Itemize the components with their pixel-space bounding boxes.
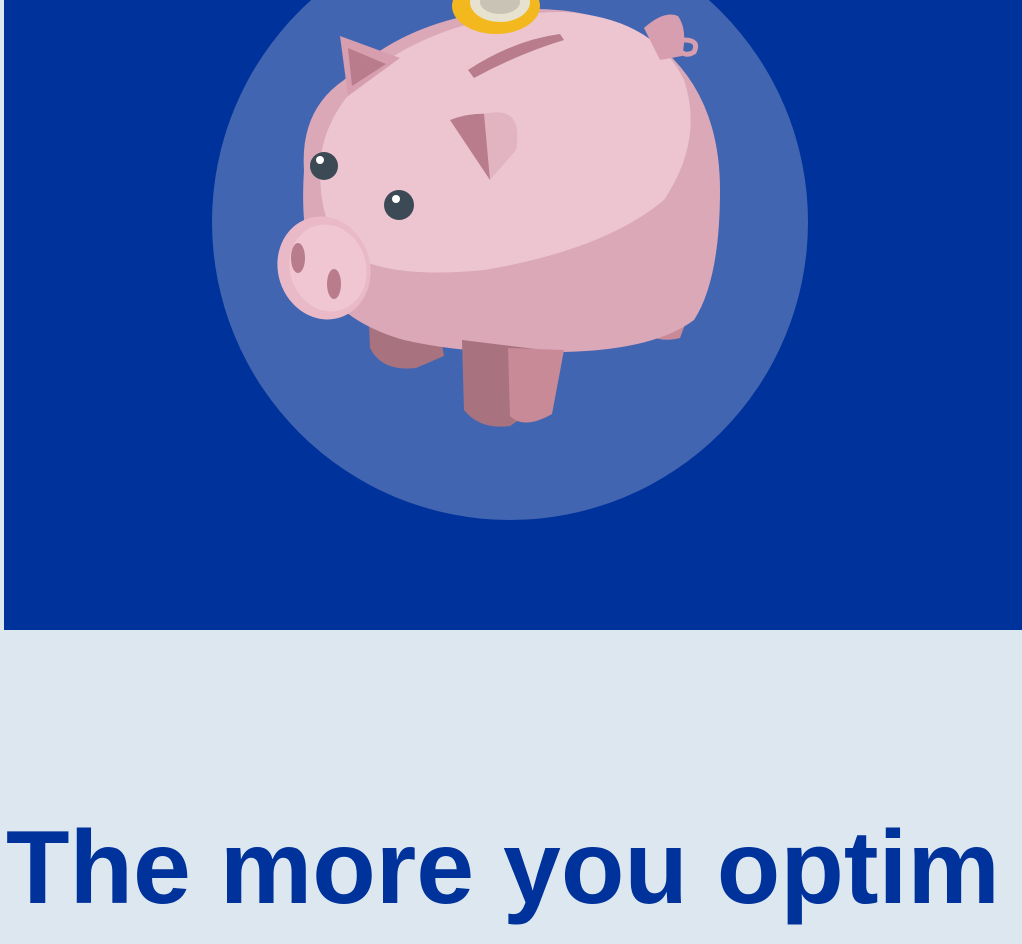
headline: The more you optim [6, 810, 1000, 926]
page: The more you optim [0, 0, 1022, 944]
piggy-bank-icon [212, 0, 808, 520]
hero-banner [4, 0, 1022, 630]
content-section: The more you optim [0, 630, 1022, 944]
